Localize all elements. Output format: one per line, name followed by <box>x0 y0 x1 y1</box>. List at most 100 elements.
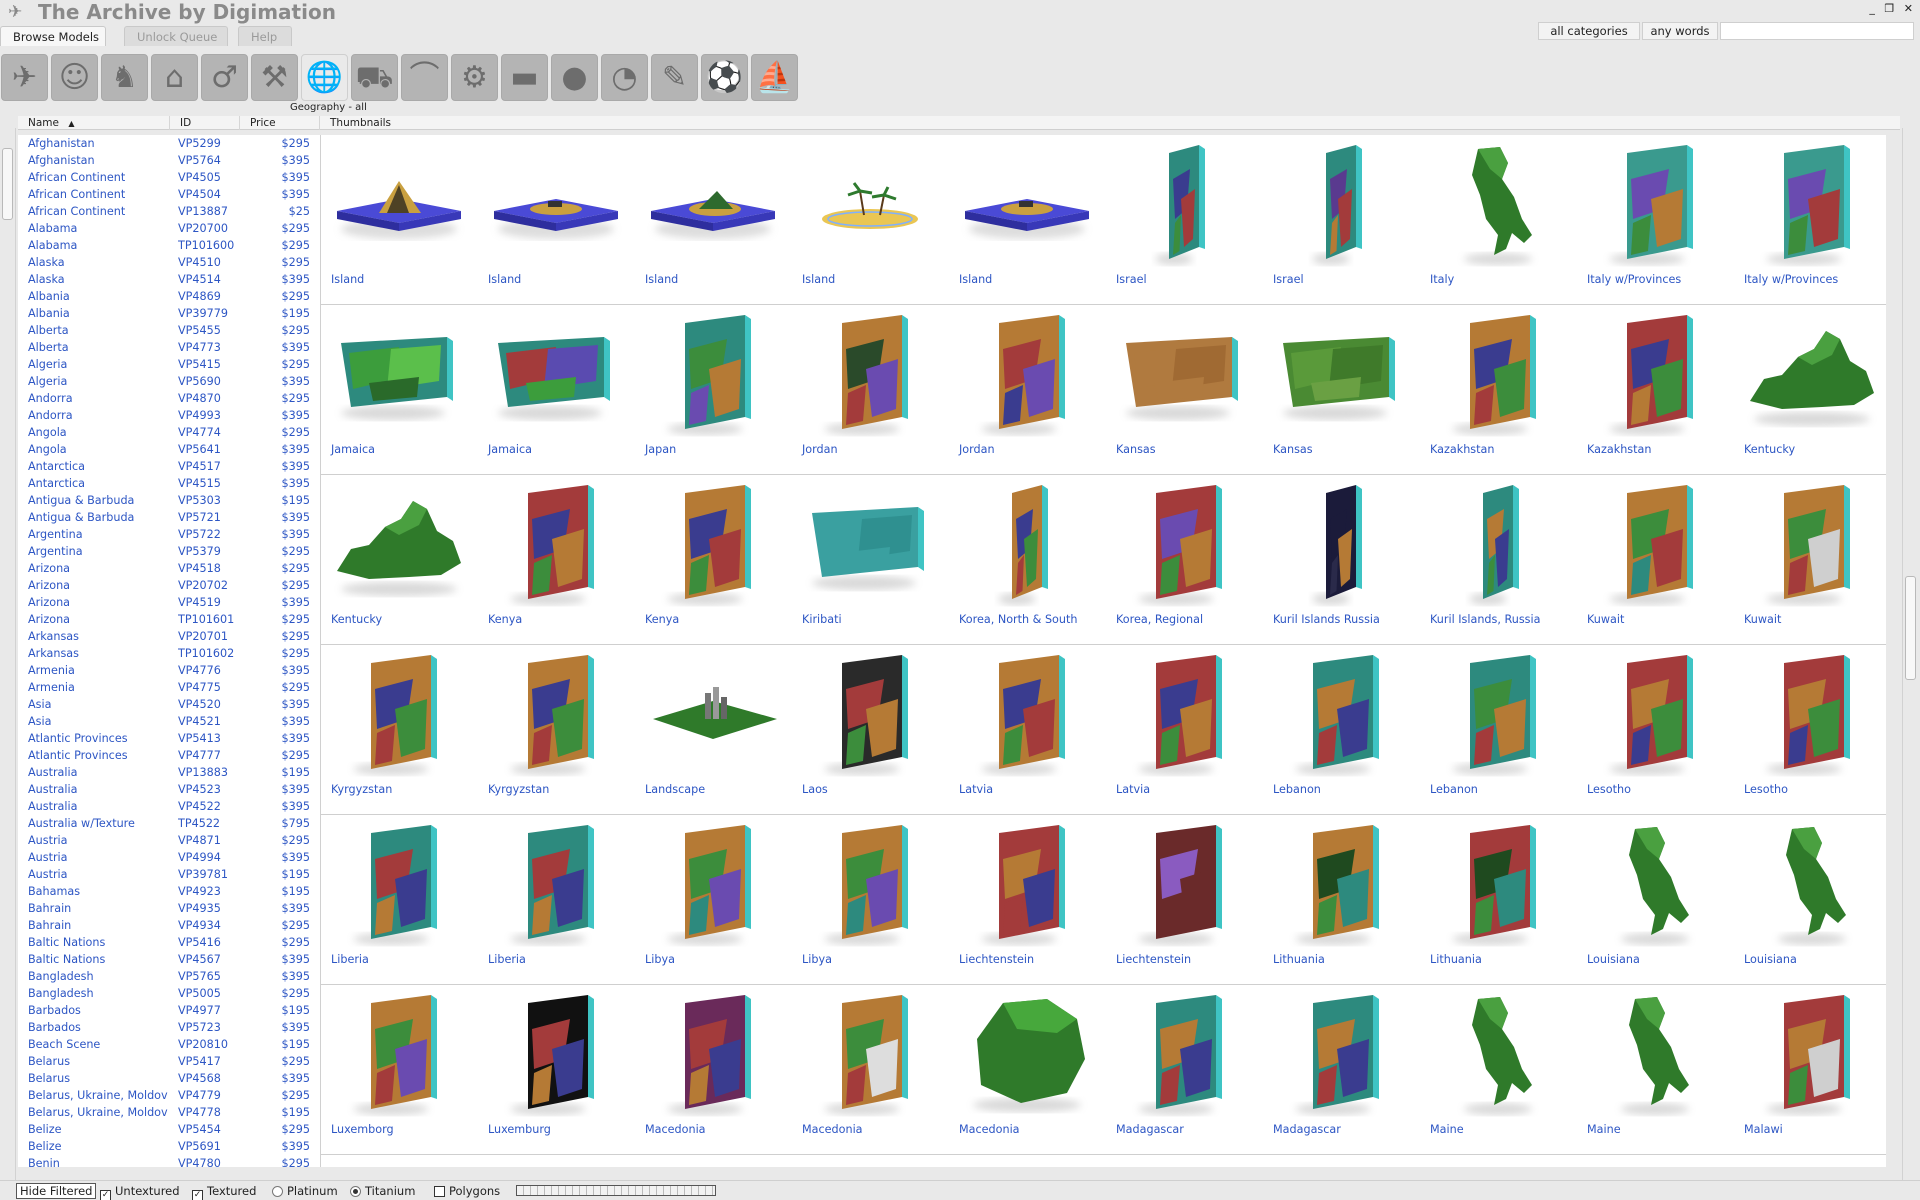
list-item[interactable]: Bahrain VP4935 $395 <box>18 900 320 917</box>
list-item[interactable]: Australia VP4523 $395 <box>18 781 320 798</box>
list-item[interactable]: Arizona VP4518 $295 <box>18 560 320 577</box>
list-item[interactable]: Belarus VP5417 $295 <box>18 1053 320 1070</box>
list-item[interactable]: Andorra VP4993 $395 <box>18 407 320 424</box>
tab-browse-models[interactable]: Browse Models <box>0 26 106 46</box>
category-button-car[interactable]: ⛟ <box>351 54 398 101</box>
thumbnail-item[interactable]: Luxemburg <box>478 985 634 1155</box>
list-item[interactable]: Andorra VP4870 $295 <box>18 390 320 407</box>
thumbnail-item[interactable]: Kansas <box>1263 305 1419 475</box>
list-item[interactable]: Atlantic Provinces VP4777 $295 <box>18 747 320 764</box>
list-item[interactable]: Antarctica VP4517 $395 <box>18 458 320 475</box>
list-item[interactable]: Belarus, Ukraine, Moldov VP4779 $295 <box>18 1087 320 1104</box>
list-item[interactable]: Afghanistan VP5764 $395 <box>18 152 320 169</box>
thumbnail-item[interactable]: Jordan <box>949 305 1105 475</box>
category-button-tractor[interactable]: ⚒ <box>251 54 298 101</box>
thumbnail-item[interactable]: Island <box>792 135 948 305</box>
thumbnail-item[interactable]: Kuril Islands, Russia <box>1420 475 1576 645</box>
category-button-building[interactable]: ⌂ <box>151 54 198 101</box>
list-item[interactable]: Belarus VP4568 $395 <box>18 1070 320 1087</box>
thumbnail-item[interactable]: Italy <box>1420 135 1576 305</box>
search-mode-select[interactable]: any words <box>1642 22 1718 40</box>
thumbnail-item[interactable]: Louisiana <box>1734 815 1886 985</box>
thumbnail-item[interactable]: Kenya <box>635 475 791 645</box>
thumbnail-item[interactable]: Kyrgyzstan <box>321 645 477 815</box>
thumbnail-item[interactable]: Lithuania <box>1263 815 1419 985</box>
list-item[interactable]: Australia VP13883 $195 <box>18 764 320 781</box>
list-item[interactable]: Arkansas TP101602 $295 <box>18 645 320 662</box>
category-button-sailboat[interactable]: ⛵ <box>751 54 798 101</box>
list-item[interactable]: Beach Scene VP20810 $195 <box>18 1036 320 1053</box>
list-item[interactable]: Bahamas VP4923 $195 <box>18 883 320 900</box>
category-button-gear[interactable]: ⚙ <box>451 54 498 101</box>
thumbnail-item[interactable]: Madagascar <box>1263 985 1419 1155</box>
thumbnail-item[interactable]: Madagascar <box>1106 985 1262 1155</box>
thumbnail-item[interactable]: Island <box>321 135 477 305</box>
thumbnail-item[interactable]: Liberia <box>478 815 634 985</box>
thumbnail-item[interactable]: Landscape <box>635 645 791 815</box>
list-item[interactable]: Afghanistan VP5299 $295 <box>18 135 320 152</box>
thumbnail-item[interactable]: Israel <box>1263 135 1419 305</box>
thumbnail-item[interactable]: Israel <box>1106 135 1262 305</box>
thumbnail-item[interactable]: Luxemborg <box>321 985 477 1155</box>
list-item[interactable]: Alaska VP4510 $295 <box>18 254 320 271</box>
list-item[interactable]: Alabama VP20700 $295 <box>18 220 320 237</box>
thumbnail-item[interactable]: Kiribati <box>792 475 948 645</box>
textured-checkbox[interactable]: ✓ Textured <box>192 1184 256 1200</box>
list-item[interactable]: Angola VP4774 $295 <box>18 424 320 441</box>
category-button-head[interactable]: ☺ <box>51 54 98 101</box>
list-item[interactable]: Belarus, Ukraine, Moldov VP4778 $195 <box>18 1104 320 1121</box>
list-item[interactable]: Austria VP4994 $395 <box>18 849 320 866</box>
thumbnail-scrollbar[interactable] <box>1902 128 1918 1180</box>
thumbnail-item[interactable]: Island <box>478 135 634 305</box>
category-button-tools[interactable]: ✎ <box>651 54 698 101</box>
list-item[interactable]: Austria VP39781 $195 <box>18 866 320 883</box>
thumbnail-item[interactable]: Macedonia <box>635 985 791 1155</box>
thumbnail-item[interactable]: Jordan <box>792 305 948 475</box>
tab-unlock-queue[interactable]: Unlock Queue <box>124 26 228 46</box>
thumbnail-item[interactable]: Lesotho <box>1734 645 1886 815</box>
category-button-apple[interactable]: ● <box>551 54 598 101</box>
list-item[interactable]: Baltic Nations VP5416 $295 <box>18 934 320 951</box>
list-item[interactable]: Alabama TP101600 $295 <box>18 237 320 254</box>
thumbnail-item[interactable]: Louisiana <box>1577 815 1733 985</box>
column-header-name[interactable]: Name ▲ <box>18 116 170 130</box>
list-item[interactable]: Asia VP4520 $395 <box>18 696 320 713</box>
tab-help[interactable]: Help <box>238 26 292 46</box>
list-item[interactable]: Alaska VP4514 $395 <box>18 271 320 288</box>
list-item[interactable]: Angola VP5641 $395 <box>18 441 320 458</box>
thumbnail-item[interactable]: Lebanon <box>1263 645 1419 815</box>
list-item[interactable]: Barbados VP4977 $195 <box>18 1002 320 1019</box>
category-button-abstract[interactable]: ◔ <box>601 54 648 101</box>
window-controls[interactable]: _ ❐ ✕ <box>1869 2 1916 15</box>
thumbnail-item[interactable]: Kuwait <box>1734 475 1886 645</box>
thumbnail-item[interactable]: Japan <box>635 305 791 475</box>
thumbnail-item[interactable]: Lebanon <box>1420 645 1576 815</box>
category-button-airplane[interactable]: ✈ <box>1 54 48 101</box>
thumbnail-item[interactable]: Libya <box>635 815 791 985</box>
list-item[interactable]: African Continent VP4505 $395 <box>18 169 320 186</box>
thumbnail-item[interactable]: Kuwait <box>1577 475 1733 645</box>
platinum-radio[interactable]: Platinum <box>272 1184 338 1198</box>
thumbnail-item[interactable]: Kyrgyzstan <box>478 645 634 815</box>
thumbnail-item[interactable]: Liberia <box>321 815 477 985</box>
list-item[interactable]: African Continent VP13887 $25 <box>18 203 320 220</box>
category-button-horse[interactable]: ♞ <box>101 54 148 101</box>
list-item[interactable]: Antarctica VP4515 $395 <box>18 475 320 492</box>
thumbnail-item[interactable]: Italy w/Provinces <box>1734 135 1886 305</box>
category-button-runner[interactable]: ♂ <box>201 54 248 101</box>
hide-filtered-button[interactable]: Hide Filtered <box>16 1183 97 1199</box>
list-item[interactable]: Antigua & Barbuda VP5721 $395 <box>18 509 320 526</box>
thumbnail-scrollbar-thumb[interactable] <box>1905 576 1916 680</box>
thumbnail-item[interactable]: Island <box>635 135 791 305</box>
thumbnail-item[interactable]: Italy w/Provinces <box>1577 135 1733 305</box>
thumbnail-item[interactable]: Libya <box>792 815 948 985</box>
search-input[interactable] <box>1720 22 1914 40</box>
list-scrollbar-thumb[interactable] <box>2 148 13 220</box>
thumbnail-item[interactable]: Jamaica <box>478 305 634 475</box>
list-item[interactable]: Atlantic Provinces VP5413 $395 <box>18 730 320 747</box>
list-item[interactable]: Bangladesh VP5765 $395 <box>18 968 320 985</box>
category-button-hanger[interactable]: ⌒ <box>401 54 448 101</box>
list-item[interactable]: Barbados VP5723 $395 <box>18 1019 320 1036</box>
list-item[interactable]: Algeria VP5690 $395 <box>18 373 320 390</box>
thumbnail-item[interactable]: Liechtenstein <box>1106 815 1262 985</box>
